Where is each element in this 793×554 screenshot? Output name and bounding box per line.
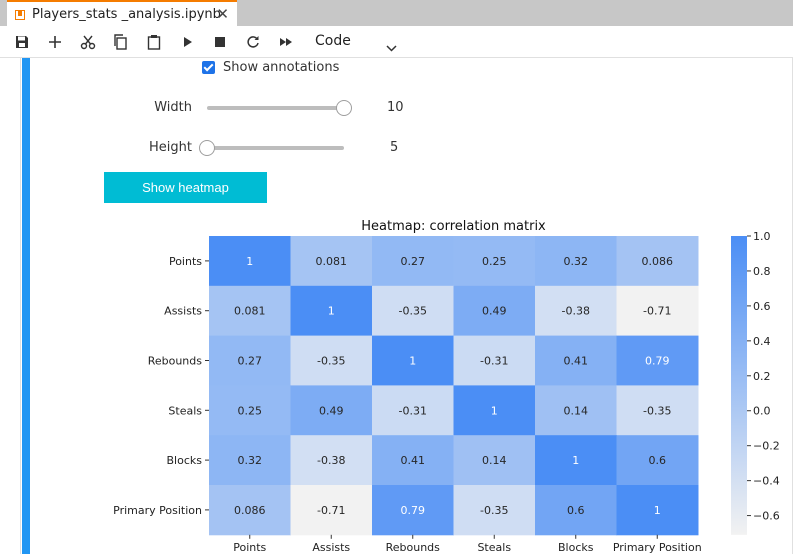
colorbar [731,236,747,535]
cell-annotation: -0.38 [562,305,590,318]
cell-annotation: -0.38 [317,454,345,467]
colorbar-tick-label: −0.6 [753,510,780,523]
cell-annotation: 1 [409,355,416,368]
cell-annotation: 0.25 [482,255,507,268]
colorbar-tick-label: −0.4 [753,475,780,488]
cell-annotation: 0.79 [645,355,670,368]
y-tick-label: Assists [164,305,202,318]
colorbar-tick-label: 0.0 [753,405,771,418]
cell-annotation: -0.35 [399,305,427,318]
cell-annotation: -0.31 [399,404,427,417]
cell-annotation: 0.6 [567,504,585,517]
cell-annotation: 0.25 [238,404,263,417]
x-tick-label: Primary Position [613,541,702,554]
cell-annotation: -0.35 [480,504,508,517]
cell-annotation: 0.086 [642,255,674,268]
cell-annotation: 0.27 [238,355,263,368]
cell-annotation: 0.79 [401,504,426,517]
cell-annotation: 1 [572,454,579,467]
y-tick-label: Primary Position [113,504,202,517]
y-tick-label: Rebounds [148,355,203,368]
x-tick-label: Rebounds [386,541,441,554]
cell-annotation: 1 [654,504,661,517]
colorbar-tick-label: 0.8 [753,265,771,278]
cell-annotation: 0.27 [401,255,426,268]
x-tick-label: Points [233,541,266,554]
y-tick-label: Blocks [167,454,203,467]
cell-annotation: 0.49 [482,305,507,318]
cell-annotation: -0.35 [317,355,345,368]
colorbar-tick-label: 0.2 [753,370,771,383]
colorbar-tick-label: 0.4 [753,335,771,348]
cell-annotation: 0.32 [564,255,589,268]
cell-annotation: 0.081 [234,305,266,318]
chart-title: Heatmap: correlation matrix [361,219,546,234]
colorbar-tick-label: 0.6 [753,300,771,313]
y-tick-label: Steals [168,404,202,417]
cell-annotation: 0.086 [234,504,266,517]
cell-annotation: 0.32 [238,454,263,467]
cell-annotation: -0.31 [480,355,508,368]
cell-annotation: 1 [328,305,335,318]
x-tick-label: Steals [477,541,511,554]
cell-annotation: 0.081 [316,255,348,268]
cell-annotation: 0.49 [319,404,344,417]
x-tick-label: Blocks [558,541,594,554]
cell-annotation: -0.71 [643,305,671,318]
colorbar-tick-label: 1.0 [753,230,771,243]
cell-annotation: 1 [491,404,498,417]
cell-annotation: -0.35 [643,404,671,417]
cell-annotation: -0.71 [317,504,345,517]
cell-annotation: 0.41 [564,355,589,368]
x-tick-label: Assists [312,541,350,554]
cell-annotation: 1 [246,255,253,268]
colorbar-tick-label: −0.2 [753,440,780,453]
cell-annotation: 0.14 [564,404,589,417]
cell-annotation: 0.14 [482,454,507,467]
cell-annotation: 0.41 [401,454,426,467]
cell-annotation: 0.6 [649,454,667,467]
correlation-heatmap: Heatmap: correlation matrix 1 0.081 0.27 0.2… [113,219,780,554]
y-tick-label: Points [169,255,202,268]
